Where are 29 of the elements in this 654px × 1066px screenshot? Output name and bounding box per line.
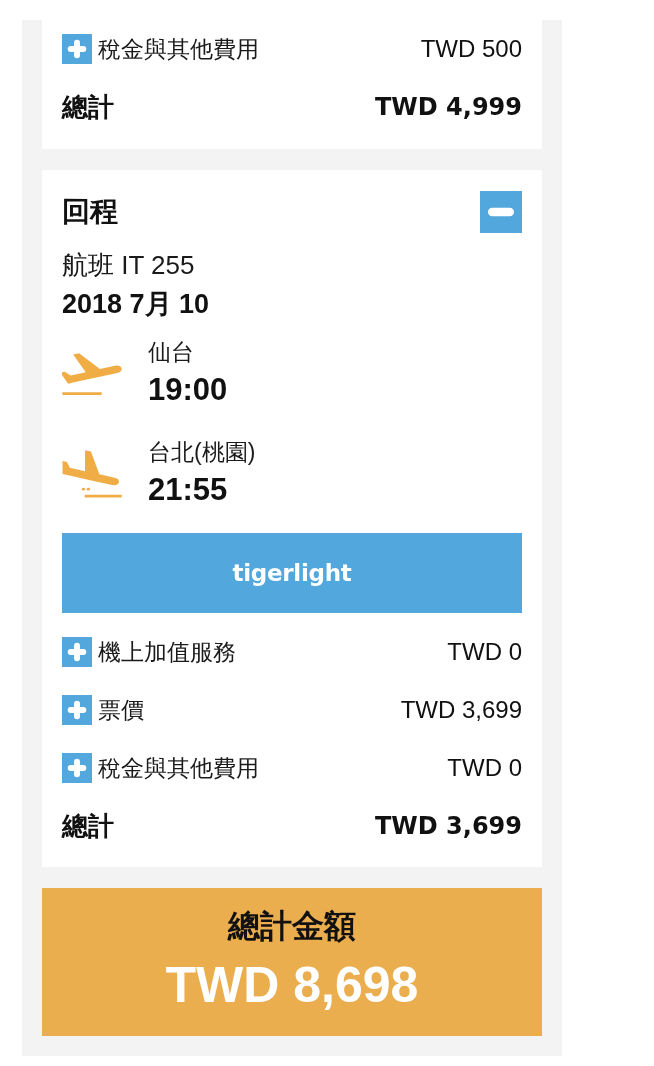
total-label: 總計 <box>62 90 114 124</box>
flight-time: 21:55 <box>148 471 229 509</box>
grand-total-amount: TWD 8,698 <box>165 956 419 1014</box>
fee-amount: TWD 3,699 <box>400 696 522 724</box>
city-name: 仙台 <box>148 338 195 367</box>
fee-label: 機上加值服務 <box>98 637 236 667</box>
plus-icon[interactable] <box>62 637 92 667</box>
plane-takeoff-icon <box>62 353 122 395</box>
total-amount: TWD 3,699 <box>374 812 522 840</box>
section-title: 回程 <box>62 195 118 229</box>
total-label: 總計 <box>62 809 114 843</box>
flight-date: 2018 7月 10 <box>62 288 211 321</box>
city-name: 台北(桃園) <box>148 438 256 467</box>
fare-brand-banner: tigerlight <box>62 533 522 613</box>
grand-total-label: 總計金額 <box>228 907 356 946</box>
fee-label: 稅金與其他費用 <box>98 34 259 64</box>
plus-icon[interactable] <box>62 695 92 725</box>
minus-icon[interactable] <box>480 191 522 233</box>
plane-landing-icon <box>62 450 122 498</box>
plus-icon[interactable] <box>62 34 92 64</box>
fee-amount: TWD 500 <box>420 35 522 63</box>
plus-icon[interactable] <box>62 753 92 783</box>
fee-label: 稅金與其他費用 <box>98 753 259 783</box>
fee-amount: TWD 0 <box>447 754 522 782</box>
total-amount: TWD 4,999 <box>374 93 522 121</box>
flight-time: 19:00 <box>148 371 228 409</box>
flight-number: 航班 IT 255 <box>62 249 196 281</box>
fee-label: 票價 <box>98 695 144 725</box>
fee-amount: TWD 0 <box>447 638 522 666</box>
